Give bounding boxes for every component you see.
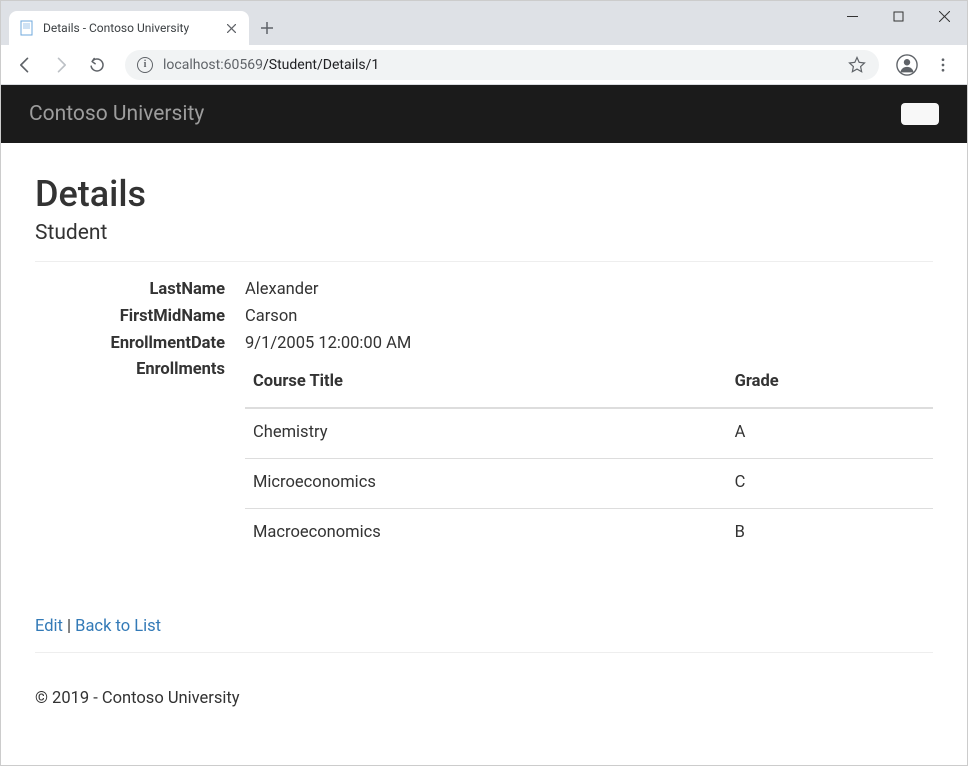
table-row: Chemistry A <box>245 408 933 458</box>
details-list: LastName Alexander FirstMidName Carson E… <box>35 278 933 577</box>
enrollments-table: Course Title Grade Chemistry A <box>245 358 933 557</box>
browser-toolbar: i localhost:60569/Student/Details/1 <box>1 45 967 85</box>
site-navbar: Contoso University <box>1 85 967 143</box>
main-container: Details Student LastName Alexander First… <box>1 143 967 689</box>
bookmark-star-icon[interactable] <box>847 55 867 75</box>
site-info-icon[interactable]: i <box>137 57 153 73</box>
page-subtitle: Student <box>35 221 933 245</box>
browser-window: Details - Contoso University i localhost… <box>0 0 968 766</box>
close-window-button[interactable] <box>921 1 967 31</box>
forward-button[interactable] <box>45 49 77 81</box>
browser-tab[interactable]: Details - Contoso University <box>9 11 249 45</box>
table-row: Microeconomics C <box>245 458 933 508</box>
enrollments-label: Enrollments <box>35 358 245 577</box>
table-header-row: Course Title Grade <box>245 358 933 408</box>
reload-button[interactable] <box>81 49 113 81</box>
back-button[interactable] <box>9 49 41 81</box>
action-links: Edit | Back to List <box>35 617 933 636</box>
last-name-label: LastName <box>35 278 245 303</box>
navbar-brand[interactable]: Contoso University <box>29 102 204 126</box>
page-title: Details <box>35 173 933 215</box>
window-controls <box>829 1 967 31</box>
cell-course-title: Microeconomics <box>245 458 727 508</box>
header-grade: Grade <box>727 358 933 408</box>
enrollments-value: Course Title Grade Chemistry A <box>245 358 933 577</box>
footer-divider <box>35 652 933 653</box>
url-host: localhost <box>163 57 220 73</box>
new-tab-button[interactable] <box>253 14 281 42</box>
enrollment-date-value: 9/1/2005 12:00:00 AM <box>245 332 933 357</box>
maximize-button[interactable] <box>875 1 921 31</box>
enrollment-date-label: EnrollmentDate <box>35 332 245 357</box>
table-row: Macroeconomics B <box>245 508 933 557</box>
url-port: :60569 <box>220 57 263 73</box>
url-text: localhost:60569/Student/Details/1 <box>163 57 847 73</box>
divider <box>35 261 933 262</box>
cell-grade: B <box>727 508 933 557</box>
tab-close-button[interactable] <box>223 20 239 36</box>
navbar-toggle-button[interactable] <box>901 103 939 125</box>
edit-link[interactable]: Edit <box>35 617 63 636</box>
tab-strip: Details - Contoso University <box>1 9 281 45</box>
address-bar[interactable]: i localhost:60569/Student/Details/1 <box>125 50 879 80</box>
url-path: /Student/Details/1 <box>263 57 379 73</box>
cell-course-title: Macroeconomics <box>245 508 727 557</box>
back-to-list-link[interactable]: Back to List <box>75 617 161 636</box>
first-mid-name-value: Carson <box>245 305 933 330</box>
cell-grade: A <box>727 408 933 458</box>
title-bar: Details - Contoso University <box>1 1 967 45</box>
link-separator: | <box>63 617 75 636</box>
page-content: Contoso University Details Student LastN… <box>1 85 967 765</box>
favicon-icon <box>19 20 35 36</box>
minimize-button[interactable] <box>829 1 875 31</box>
cell-grade: C <box>727 458 933 508</box>
footer: © 2019 - Contoso University <box>1 689 967 728</box>
last-name-value: Alexander <box>245 278 933 303</box>
cell-course-title: Chemistry <box>245 408 727 458</box>
header-course-title: Course Title <box>245 358 727 408</box>
browser-menu-button[interactable] <box>927 49 959 81</box>
footer-text: © 2019 - Contoso University <box>35 689 933 708</box>
profile-button[interactable] <box>891 49 923 81</box>
first-mid-name-label: FirstMidName <box>35 305 245 330</box>
tab-title: Details - Contoso University <box>43 21 215 35</box>
